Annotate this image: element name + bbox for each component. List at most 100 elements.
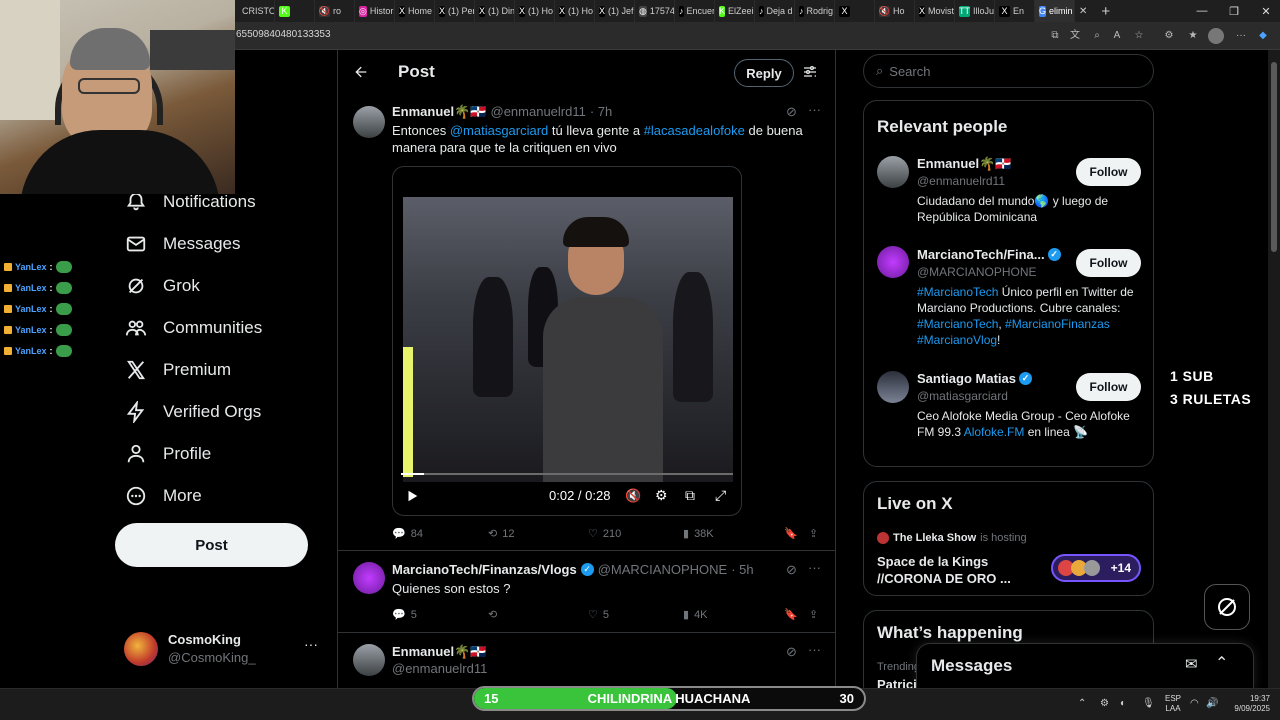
grok-explain-icon[interactable]: ⊘: [786, 644, 797, 660]
microphone-icon[interactable]: 🎙: [1142, 698, 1155, 709]
tray-chevron-icon[interactable]: ⌃: [1078, 698, 1086, 709]
browser-tab[interactable]: ♪ Encuer: [675, 0, 715, 22]
page-scrollbar[interactable]: [1268, 50, 1280, 688]
browser-tab[interactable]: X (1) Din: [475, 0, 515, 22]
extensions-icon[interactable]: ⚙: [1162, 29, 1176, 43]
tweet-author-handle[interactable]: @enmanuelrd11: [491, 104, 586, 120]
install-app-icon[interactable]: ⧉: [1048, 29, 1062, 43]
repost-action[interactable]: ⟲ 12: [488, 527, 514, 541]
reply-author-name[interactable]: Enmanuel🌴🇩🇴: [392, 644, 487, 660]
hashtag-link[interactable]: #lacasadealofoke: [644, 123, 745, 138]
reply-author-name[interactable]: MarcianoTech/Finanzas/Vlogs: [392, 562, 577, 577]
picture-in-picture-icon[interactable]: ⧉: [685, 487, 695, 504]
browser-tab[interactable]: 🔇 ro: [315, 0, 355, 22]
browser-tab[interactable]: ♪ Rodrig: [795, 0, 835, 22]
tray-app-icon[interactable]: ◐: [1120, 698, 1126, 709]
reply-time[interactable]: · 5h: [731, 562, 753, 577]
tray-app-icon[interactable]: ⚙: [1100, 698, 1109, 709]
browser-tab[interactable]: TTIlloJua: [955, 0, 995, 22]
new-message-icon[interactable]: ✉: [1185, 655, 1198, 673]
compose-post-button[interactable]: Post: [115, 523, 308, 567]
browser-tab[interactable]: CRISTO: [235, 0, 275, 22]
scrollbar-thumb[interactable]: [1271, 62, 1277, 252]
bio-hashtag-link[interactable]: #MarcianoVlog: [917, 333, 997, 347]
wifi-icon[interactable]: ◠: [1190, 698, 1199, 709]
nav-item-grok[interactable]: Grok: [115, 265, 200, 307]
browser-tab[interactable]: X Home: [395, 0, 435, 22]
reply-action[interactable]: 💬 84: [392, 527, 423, 541]
reply-author-handle[interactable]: @enmanuelrd11: [392, 661, 487, 676]
nav-item-verified-orgs[interactable]: Verified Orgs: [115, 391, 261, 433]
space-title[interactable]: Space de la Kings //CORONA DE ORO ...: [877, 553, 1027, 587]
person-handle[interactable]: @matiasgarciard: [917, 389, 1008, 403]
person-avatar[interactable]: [877, 246, 909, 278]
follow-button[interactable]: Follow: [1076, 249, 1141, 277]
reply-author-handle[interactable]: @MARCIANOPHONE: [598, 562, 728, 577]
person-handle[interactable]: @MARCIANOPHONE: [917, 265, 1037, 279]
reply-avatar[interactable]: [353, 562, 385, 594]
bio-hashtag-link[interactable]: #MarcianoFinanzas: [1005, 317, 1110, 331]
grok-button[interactable]: [1204, 584, 1250, 630]
browser-tab[interactable]: X: [835, 0, 875, 22]
volume-icon[interactable]: 🔊: [1206, 698, 1218, 709]
back-arrow-icon[interactable]: [353, 64, 369, 80]
profile-avatar-icon[interactable]: [1208, 28, 1224, 44]
browser-tab[interactable]: 🔇 Ho: [875, 0, 915, 22]
browser-menu-icon[interactable]: ···: [1234, 29, 1248, 43]
translate-icon[interactable]: 文: [1068, 29, 1082, 43]
favorites-icon[interactable]: ★: [1186, 29, 1200, 43]
nav-item-messages[interactable]: Messages: [115, 223, 240, 265]
browser-tab[interactable]: X En: [995, 0, 1035, 22]
new-tab-button[interactable]: +: [1101, 3, 1110, 20]
tweet-more-icon[interactable]: ···: [808, 102, 821, 117]
grok-explain-icon[interactable]: ⊘: [786, 104, 797, 120]
browser-tab[interactable]: Gelimin: [1035, 0, 1075, 22]
close-window-button[interactable]: ✕: [1250, 0, 1280, 22]
nav-item-more[interactable]: More: [115, 475, 202, 517]
read-aloud-icon[interactable]: A: [1110, 29, 1124, 43]
expand-drawer-icon[interactable]: ⌃: [1215, 653, 1228, 673]
video-progress-bar[interactable]: [401, 473, 733, 475]
video-player[interactable]: 0:02 / 0:28 🔇 ⚙ ⧉ ⤢: [392, 166, 742, 516]
space-listeners[interactable]: +14: [1051, 554, 1141, 582]
like-action[interactable]: ♡ 5: [588, 608, 609, 622]
copilot-icon[interactable]: ◆: [1256, 29, 1270, 43]
nav-item-profile[interactable]: Profile: [115, 433, 211, 475]
person-avatar[interactable]: [877, 371, 909, 403]
person-name[interactable]: Enmanuel🌴🇩🇴: [917, 156, 1012, 172]
browser-tab[interactable]: K: [275, 0, 315, 22]
search-input[interactable]: ⌕ Search: [863, 54, 1154, 88]
browser-tab[interactable]: X (1) Ho: [515, 0, 555, 22]
person-name[interactable]: Santiago Matias: [917, 371, 1016, 386]
follow-button[interactable]: Follow: [1076, 158, 1141, 186]
browser-tab[interactable]: X Movist: [915, 0, 955, 22]
person-handle[interactable]: @enmanuelrd11: [917, 174, 1005, 188]
browser-tab[interactable]: ◎ Histori: [355, 0, 395, 22]
language-indicator[interactable]: ESP LAA: [1165, 694, 1181, 714]
url-text[interactable]: 65509840480133353: [236, 29, 331, 40]
video-settings-icon[interactable]: ⚙: [655, 487, 668, 504]
reply-action[interactable]: 💬 5: [392, 608, 417, 622]
bookmark-icon[interactable]: 🔖: [784, 608, 798, 621]
share-icon[interactable]: ⇪: [809, 527, 818, 540]
repost-action[interactable]: ⟲: [488, 608, 502, 621]
tweet-time[interactable]: · 7h: [590, 104, 612, 120]
reply-settings-icon[interactable]: [802, 64, 818, 80]
live-host-row[interactable]: The Lleka Show is hosting: [877, 532, 1027, 544]
views-action[interactable]: ▮ 4K: [683, 608, 708, 622]
reply-button[interactable]: Reply: [734, 59, 794, 87]
tweet-avatar[interactable]: [353, 106, 385, 138]
like-action[interactable]: ♡ 210: [588, 527, 621, 541]
views-action[interactable]: ▮ 38K: [683, 527, 714, 541]
browser-tab[interactable]: ♪ Deja d: [755, 0, 795, 22]
reply-more-icon[interactable]: ···: [808, 642, 821, 657]
browser-tab[interactable]: KElZeein: [715, 0, 755, 22]
mention-link[interactable]: @matiasgarciard: [450, 123, 548, 138]
browser-tab[interactable]: X (1) Jef: [595, 0, 635, 22]
fullscreen-icon[interactable]: ⤢: [715, 487, 726, 504]
mute-icon[interactable]: 🔇: [625, 488, 641, 504]
share-icon[interactable]: ⇪: [809, 608, 818, 621]
nav-item-communities[interactable]: Communities: [115, 307, 262, 349]
browser-tab[interactable]: ◍ 17574: [635, 0, 675, 22]
reply-avatar[interactable]: [353, 644, 385, 676]
